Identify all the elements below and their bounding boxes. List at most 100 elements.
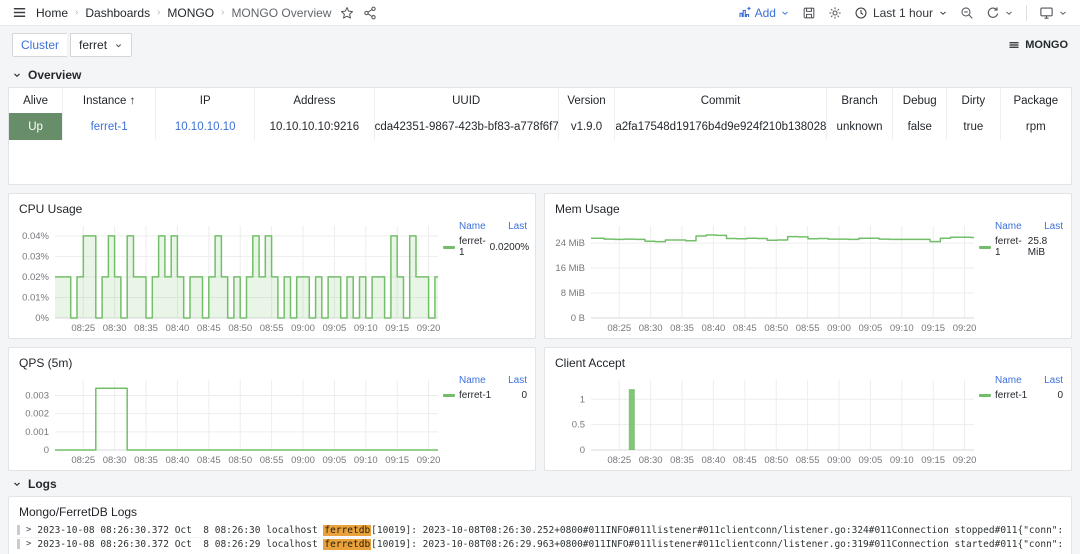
legend-series-name[interactable]: ferret-1 — [995, 236, 1024, 258]
add-panel-icon — [738, 6, 751, 19]
svg-text:08:40: 08:40 — [166, 323, 190, 334]
client-accept-legend: NameLastferret-10 — [979, 372, 1071, 467]
qps-plot-area[interactable]: 08:2508:3008:3508:4008:4508:5008:5509:00… — [9, 372, 443, 467]
column-header-version[interactable]: Version — [558, 88, 615, 113]
cpu-usage-plot-area[interactable]: 08:2508:3008:3508:4008:4508:5008:5509:00… — [9, 218, 443, 335]
log-row[interactable]: >2023-10-08 08:26:30.372 Oct 8 08:26:30 … — [17, 524, 1063, 537]
section-header-overview[interactable]: Overview — [0, 62, 1080, 87]
column-header-uuid[interactable]: UUID — [374, 88, 558, 113]
breadcrumb-item[interactable]: MONGO — [167, 6, 214, 20]
svg-text:16 MiB: 16 MiB — [555, 263, 585, 274]
column-header-address[interactable]: Address — [255, 88, 374, 113]
legend-last-header[interactable]: Last — [1044, 221, 1063, 232]
charts-row-2: QPS (5m) 08:2508:3008:3508:4008:4508:500… — [8, 347, 1072, 471]
legend-series-name[interactable]: ferret-1 — [459, 236, 486, 258]
breadcrumb-item[interactable]: Home — [36, 6, 68, 20]
legend-last-header[interactable]: Last — [508, 375, 527, 386]
menu-hamburger-icon[interactable] — [12, 5, 27, 20]
panel-title[interactable]: Mongo/FerretDB Logs — [9, 497, 1071, 521]
zoom-out-time-icon[interactable] — [960, 6, 974, 20]
share-icon[interactable] — [363, 6, 377, 20]
breadcrumb-item[interactable]: Dashboards — [85, 6, 150, 20]
svg-text:08:30: 08:30 — [639, 455, 663, 466]
charts-row-1: CPU Usage 08:2508:3008:3508:4008:4508:50… — [8, 193, 1072, 339]
series-color-dash-icon — [443, 394, 455, 397]
cluster-variable-dropdown[interactable]: ferret — [70, 33, 132, 57]
svg-text:08:35: 08:35 — [670, 323, 694, 334]
svg-text:08:40: 08:40 — [702, 323, 726, 334]
log-highlight: ferretdb — [323, 539, 371, 550]
column-header-branch[interactable]: Branch — [826, 88, 893, 113]
overview-table: AliveInstance ↑IPAddressUUIDVersionCommi… — [9, 88, 1071, 140]
legend-last-value: 0 — [521, 390, 527, 401]
add-button[interactable]: Add — [738, 6, 790, 20]
panel-title[interactable]: QPS (5m) — [9, 348, 535, 372]
log-expand-arrow-icon[interactable]: > — [26, 524, 31, 537]
table-cell-link[interactable]: 10.10.10.10 — [156, 113, 255, 140]
svg-text:08:40: 08:40 — [702, 455, 726, 466]
svg-text:08:25: 08:25 — [71, 455, 95, 466]
log-expand-arrow-icon[interactable]: > — [26, 538, 31, 550]
breadcrumb-separator: › — [157, 7, 160, 18]
panel-title[interactable]: CPU Usage — [9, 194, 535, 218]
log-row[interactable]: >2023-10-08 08:26:30.372 Oct 8 08:26:29 … — [17, 537, 1063, 550]
legend-name-header[interactable]: Name — [995, 375, 1022, 386]
breadcrumb: Home›Dashboards›MONGO›MONGO Overview — [36, 6, 331, 20]
svg-text:09:10: 09:10 — [354, 455, 378, 466]
dashboard-settings-gear-icon[interactable] — [828, 6, 842, 20]
breadcrumb-item[interactable]: MONGO Overview — [231, 6, 331, 20]
legend-last-header[interactable]: Last — [508, 221, 527, 232]
legend-row: ferret-10.0200% — [443, 236, 527, 258]
legend-series-name[interactable]: ferret-1 — [995, 390, 1027, 401]
time-range-label: Last 1 hour — [873, 6, 933, 20]
svg-text:08:35: 08:35 — [134, 323, 158, 334]
column-header-debug[interactable]: Debug — [893, 88, 947, 113]
time-range-picker[interactable]: Last 1 hour — [854, 6, 948, 20]
row-repeat-button-mongo[interactable]: MONGO — [1008, 39, 1068, 51]
legend-header[interactable]: Name Last — [979, 221, 1063, 232]
table-cell-link[interactable]: ferret-1 — [63, 113, 156, 140]
legend-name-header[interactable]: Name — [459, 375, 486, 386]
client-accept-svg: 08:2508:3008:3508:4008:4508:5008:5509:00… — [545, 372, 979, 467]
legend-header[interactable]: Name Last — [443, 221, 527, 232]
mem-usage-svg: 08:2508:3008:3508:4008:4508:5008:5509:00… — [545, 218, 979, 335]
dashboard-controls-row: Cluster ferret MONGO — [0, 26, 1080, 62]
chevron-down-icon — [938, 8, 948, 18]
legend-series-name[interactable]: ferret-1 — [459, 390, 491, 401]
panel-title[interactable]: Mem Usage — [545, 194, 1071, 218]
column-header-package[interactable]: Package — [1000, 88, 1071, 113]
row-button-label: MONGO — [1025, 39, 1068, 51]
table-row: Upferret-110.10.10.1010.10.10.10:9216cda… — [9, 113, 1071, 140]
legend-name-header[interactable]: Name — [459, 221, 486, 232]
column-header-alive[interactable]: Alive — [9, 88, 63, 113]
legend-name-header[interactable]: Name — [995, 221, 1022, 232]
chevron-down-icon[interactable] — [1058, 8, 1068, 18]
kiosk-mode-group — [1039, 5, 1068, 20]
column-header-ip[interactable]: IP — [156, 88, 255, 113]
svg-text:08:50: 08:50 — [228, 323, 252, 334]
svg-text:08:55: 08:55 — [260, 323, 284, 334]
mem-usage-plot-area[interactable]: 08:2508:3008:3508:4008:4508:5008:5509:00… — [545, 218, 979, 335]
panel-mem-usage: Mem Usage 08:2508:3008:3508:4008:4508:50… — [544, 193, 1072, 339]
column-header-dirty[interactable]: Dirty — [947, 88, 1001, 113]
monitor-kiosk-icon[interactable] — [1039, 5, 1054, 20]
column-header-instance[interactable]: Instance ↑ — [63, 88, 156, 113]
svg-text:09:00: 09:00 — [827, 455, 851, 466]
breadcrumb-separator: › — [75, 7, 78, 18]
legend-last-header[interactable]: Last — [1044, 375, 1063, 386]
svg-text:09:00: 09:00 — [291, 455, 315, 466]
panel-cpu-usage: CPU Usage 08:2508:3008:3508:4008:4508:50… — [8, 193, 536, 339]
refresh-interval-chevron-icon[interactable] — [1004, 8, 1014, 18]
legend-header[interactable]: Name Last — [443, 375, 527, 386]
top-nav-bar: Home›Dashboards›MONGO›MONGO Overview Add… — [0, 0, 1080, 26]
section-header-logs[interactable]: Logs — [0, 471, 1080, 496]
column-header-commit[interactable]: Commit — [615, 88, 826, 113]
svg-text:08:45: 08:45 — [733, 455, 757, 466]
panel-title[interactable]: Client Accept — [545, 348, 1071, 372]
legend-header[interactable]: Name Last — [979, 375, 1063, 386]
star-favorite-icon[interactable] — [340, 6, 354, 20]
svg-text:08:55: 08:55 — [260, 455, 284, 466]
client-accept-plot-area[interactable]: 08:2508:3008:3508:4008:4508:5008:5509:00… — [545, 372, 979, 467]
refresh-icon[interactable] — [986, 6, 1000, 20]
save-dashboard-icon[interactable] — [802, 6, 816, 20]
